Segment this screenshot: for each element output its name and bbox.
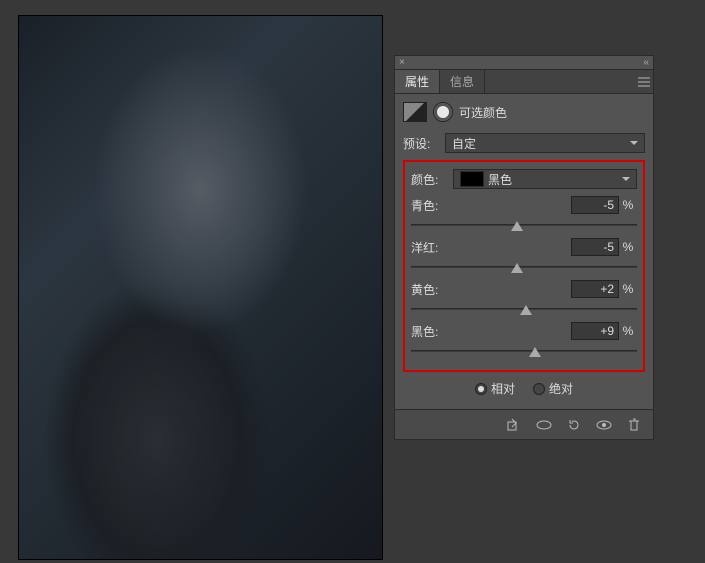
cyan-thumb[interactable]	[511, 221, 523, 231]
panel-header-bar: × «	[395, 56, 653, 70]
panel-tabs: 属性 信息	[395, 70, 653, 94]
reset-icon[interactable]	[565, 416, 583, 434]
relative-radio[interactable]: 相对	[475, 380, 515, 397]
radio-dot-on	[475, 383, 487, 395]
preset-value: 自定	[452, 135, 476, 152]
color-dropdown[interactable]: 黑色	[453, 169, 637, 189]
yellow-track[interactable]	[411, 302, 637, 316]
magenta-unit: %	[619, 240, 637, 254]
adjustment-title: 可选颜色	[459, 104, 507, 121]
panel-menu-icon[interactable]	[635, 70, 653, 93]
preset-dropdown[interactable]: 自定	[445, 133, 645, 153]
collapse-icon[interactable]: «	[643, 57, 649, 68]
yellow-label: 黄色:	[411, 281, 571, 298]
view-previous-icon[interactable]	[535, 416, 553, 434]
cyan-label: 青色:	[411, 197, 571, 214]
black-track[interactable]	[411, 344, 637, 358]
color-label: 颜色:	[411, 171, 447, 188]
radio-dot-off	[533, 383, 545, 395]
absolute-label: 绝对	[549, 380, 573, 397]
adjustment-title-row: 可选颜色	[403, 100, 645, 130]
color-swatch	[460, 171, 484, 187]
trash-icon[interactable]	[625, 416, 643, 434]
cyan-slider: 青色: %	[411, 192, 637, 234]
black-slider: 黑色: %	[411, 318, 637, 360]
method-row: 相对 绝对	[403, 372, 645, 401]
yellow-slider: 黄色: %	[411, 276, 637, 318]
panel-footer	[395, 409, 653, 439]
preset-row: 预设: 自定	[403, 130, 645, 156]
black-unit: %	[619, 324, 637, 338]
preset-label: 预设:	[403, 135, 439, 152]
properties-panel: × « 属性 信息 可选颜色 预设: 自定 颜色: 黑色	[394, 55, 654, 440]
mask-icon[interactable]	[433, 102, 453, 122]
clip-to-layer-icon[interactable]	[505, 416, 523, 434]
relative-label: 相对	[491, 380, 515, 397]
yellow-unit: %	[619, 282, 637, 296]
close-icon[interactable]: ×	[399, 57, 405, 68]
adjustment-icon	[403, 102, 427, 122]
document-canvas[interactable]	[18, 15, 383, 560]
magenta-thumb[interactable]	[511, 263, 523, 273]
black-label: 黑色:	[411, 323, 571, 340]
cyan-track[interactable]	[411, 218, 637, 232]
magenta-track[interactable]	[411, 260, 637, 274]
yellow-input[interactable]	[571, 280, 619, 298]
tab-properties[interactable]: 属性	[395, 70, 440, 93]
color-row: 颜色: 黑色	[411, 166, 637, 192]
visibility-icon[interactable]	[595, 416, 613, 434]
yellow-thumb[interactable]	[520, 305, 532, 315]
highlighted-section: 颜色: 黑色 青色: % 洋红:	[403, 160, 645, 372]
black-thumb[interactable]	[529, 347, 541, 357]
black-input[interactable]	[571, 322, 619, 340]
cyan-unit: %	[619, 198, 637, 212]
magenta-slider: 洋红: %	[411, 234, 637, 276]
cyan-input[interactable]	[571, 196, 619, 214]
magenta-input[interactable]	[571, 238, 619, 256]
color-value: 黑色	[488, 171, 512, 188]
tab-info[interactable]: 信息	[440, 70, 485, 93]
magenta-label: 洋红:	[411, 239, 571, 256]
absolute-radio[interactable]: 绝对	[533, 380, 573, 397]
